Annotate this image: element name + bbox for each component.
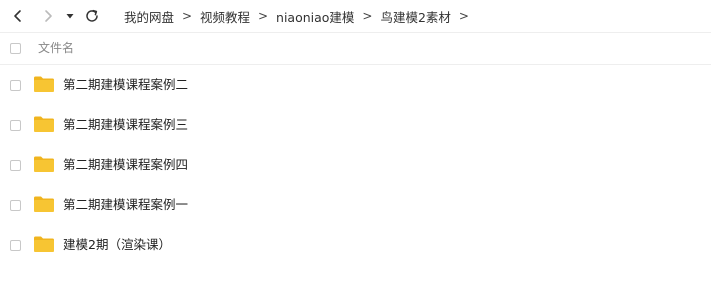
breadcrumb-separator: >	[258, 9, 269, 23]
file-name[interactable]: 第二期建模课程案例三	[63, 105, 188, 145]
row-checkbox[interactable]	[10, 80, 21, 91]
breadcrumb-item-my-drive[interactable]: 我的网盘	[124, 7, 174, 26]
breadcrumb: 我的网盘 > 视频教程 > niaoniao建模 > 鸟建模2素材 >	[124, 0, 477, 32]
navigation-toolbar: 我的网盘 > 视频教程 > niaoniao建模 > 鸟建模2素材 >	[0, 0, 711, 32]
column-header-filename[interactable]: 文件名	[38, 33, 74, 64]
chevron-right-icon	[45, 10, 52, 22]
file-row[interactable]: 第二期建模课程案例四	[0, 145, 711, 185]
breadcrumb-separator: >	[362, 9, 373, 23]
file-row[interactable]: 第二期建模课程案例一	[0, 185, 711, 225]
file-name[interactable]: 第二期建模课程案例一	[63, 185, 188, 225]
file-name[interactable]: 第二期建模课程案例二	[63, 65, 188, 105]
row-checkbox[interactable]	[10, 120, 21, 131]
file-row[interactable]: 建模2期（渲染课）	[0, 225, 711, 265]
select-all-checkbox[interactable]	[10, 43, 21, 54]
back-button[interactable]	[8, 6, 28, 26]
file-list: 第二期建模课程案例二 第二期建模课程案例三 第二期建模课程案例四 第二期建模课程…	[0, 65, 711, 265]
breadcrumb-item-niaoniao[interactable]: niaoniao建模	[276, 7, 354, 26]
folder-icon	[34, 196, 54, 212]
breadcrumb-item-current-folder[interactable]: 鸟建模2素材	[380, 7, 450, 26]
breadcrumb-item-video-tutorials[interactable]: 视频教程	[200, 7, 250, 26]
folder-icon	[34, 116, 54, 132]
file-name[interactable]: 建模2期（渲染课）	[63, 225, 171, 265]
file-row[interactable]: 第二期建模课程案例二	[0, 65, 711, 105]
row-checkbox[interactable]	[10, 200, 21, 211]
history-dropdown-button[interactable]	[62, 6, 78, 26]
row-checkbox[interactable]	[10, 240, 21, 251]
file-list-header: 文件名	[0, 32, 711, 65]
breadcrumb-separator: >	[181, 9, 193, 23]
folder-icon	[34, 76, 54, 92]
caret-down-icon	[66, 14, 74, 19]
folder-icon	[34, 236, 54, 252]
forward-button[interactable]	[38, 6, 58, 26]
file-row[interactable]: 第二期建模课程案例三	[0, 105, 711, 145]
breadcrumb-separator[interactable]: >	[451, 9, 477, 23]
refresh-button[interactable]	[82, 6, 102, 26]
folder-icon	[34, 156, 54, 172]
file-name[interactable]: 第二期建模课程案例四	[63, 145, 188, 185]
chevron-left-icon	[14, 10, 21, 22]
refresh-icon	[86, 9, 98, 22]
row-checkbox[interactable]	[10, 160, 21, 171]
